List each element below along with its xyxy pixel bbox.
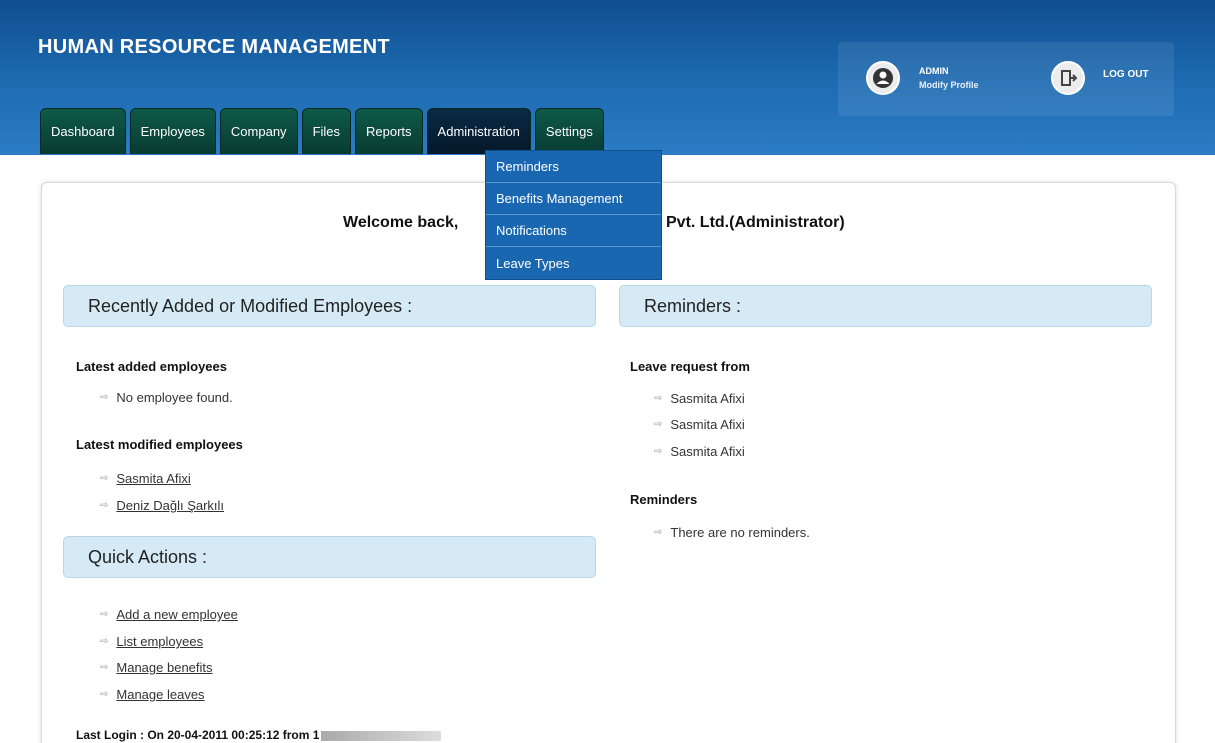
leave-request-item[interactable]: ⇨ Sasmita Afixi <box>654 417 745 432</box>
welcome-text-left: Welcome back, <box>343 214 459 231</box>
tab-administration[interactable]: Administration <box>426 108 531 154</box>
leave-request-heading: Leave request from <box>630 359 750 374</box>
tab-employees[interactable]: Employees <box>129 108 216 154</box>
user-name: ADMIN <box>919 66 949 76</box>
manage-benefits-link[interactable]: Manage benefits <box>116 660 212 675</box>
menu-item-leave-types[interactable]: Leave Types <box>486 247 661 279</box>
last-login-info: Last Login : On 20-04-2011 00:25:12 from… <box>76 728 442 742</box>
bullet-arrow-icon: ⇨ <box>100 500 109 511</box>
redacted-ip <box>321 730 442 741</box>
recent-employees-header: Recently Added or Modified Employees : <box>63 285 596 327</box>
tab-dashboard[interactable]: Dashboard <box>40 108 126 154</box>
bullet-arrow-icon: ⇨ <box>100 662 109 673</box>
app-title: HUMAN RESOURCE MANAGEMENT <box>38 36 390 58</box>
menu-item-notifications[interactable]: Notifications <box>486 215 661 247</box>
modified-employee-link[interactable]: ⇨ Sasmita Afixi <box>100 471 191 486</box>
bullet-arrow-icon: ⇨ <box>100 473 109 484</box>
bullet-arrow-icon: ⇨ <box>654 446 663 457</box>
leave-request-name[interactable]: Sasmita Afixi <box>670 417 744 432</box>
quick-actions-header: Quick Actions : <box>63 536 596 578</box>
logout-icon[interactable] <box>1051 61 1085 95</box>
bullet-arrow-icon: ⇨ <box>100 636 109 647</box>
quick-action-link[interactable]: ⇨ List employees <box>100 634 203 649</box>
last-login-text: Last Login : On 20-04-2011 00:25:12 from… <box>76 728 320 742</box>
user-box: ADMIN Modify Profile LOG OUT <box>838 42 1174 116</box>
reminder-text: There are no reminders. <box>670 525 810 540</box>
quick-action-link[interactable]: ⇨ Manage leaves <box>100 687 205 702</box>
logout-link[interactable]: LOG OUT <box>1103 69 1149 80</box>
tab-settings[interactable]: Settings <box>534 108 604 154</box>
tab-files[interactable]: Files <box>301 108 352 154</box>
modify-profile-link[interactable]: Modify Profile <box>919 80 979 90</box>
bullet-arrow-icon: ⇨ <box>654 393 663 404</box>
welcome-text-right: Pvt. Ltd.(Administrator) <box>666 214 845 231</box>
tab-company[interactable]: Company <box>219 108 298 154</box>
latest-added-heading: Latest added employees <box>76 359 227 374</box>
main-nav-tabs: Dashboard Employees Company Files Report… <box>40 108 604 154</box>
reminders-subheading: Reminders <box>630 492 698 507</box>
latest-added-item: ⇨ No employee found. <box>100 390 233 405</box>
app-header: HUMAN RESOURCE MANAGEMENT ADMIN Modify P… <box>0 0 1215 155</box>
reminder-item: ⇨ There are no reminders. <box>654 525 810 540</box>
quick-action-link[interactable]: ⇨ Add a new employee <box>100 607 238 622</box>
bullet-arrow-icon: ⇨ <box>100 689 109 700</box>
menu-item-benefits-management[interactable]: Benefits Management <box>486 183 661 215</box>
leave-request-name[interactable]: Sasmita Afixi <box>670 444 744 459</box>
latest-added-text: No employee found. <box>116 390 233 405</box>
bullet-arrow-icon: ⇨ <box>654 527 663 538</box>
tab-reports[interactable]: Reports <box>355 108 423 154</box>
bullet-arrow-icon: ⇨ <box>654 419 663 430</box>
manage-leaves-link[interactable]: Manage leaves <box>116 687 204 702</box>
add-employee-link[interactable]: Add a new employee <box>116 607 237 622</box>
list-employees-link[interactable]: List employees <box>116 634 203 649</box>
reminders-header: Reminders : <box>619 285 1152 327</box>
modified-employee-name[interactable]: Deniz Dağlı Şarkılı <box>116 498 224 513</box>
leave-request-item[interactable]: ⇨ Sasmita Afixi <box>654 391 745 406</box>
bullet-arrow-icon: ⇨ <box>100 609 109 620</box>
latest-modified-heading: Latest modified employees <box>76 437 243 452</box>
leave-request-item[interactable]: ⇨ Sasmita Afixi <box>654 444 745 459</box>
quick-action-link[interactable]: ⇨ Manage benefits <box>100 660 213 675</box>
leave-request-name[interactable]: Sasmita Afixi <box>670 391 744 406</box>
bullet-arrow-icon: ⇨ <box>100 392 109 403</box>
modified-employee-link[interactable]: ⇨ Deniz Dağlı Şarkılı <box>100 498 224 513</box>
menu-item-reminders[interactable]: Reminders <box>486 151 661 183</box>
administration-dropdown: Reminders Benefits Management Notificati… <box>485 150 662 280</box>
modified-employee-name[interactable]: Sasmita Afixi <box>116 471 190 486</box>
user-avatar-icon[interactable] <box>866 61 900 95</box>
